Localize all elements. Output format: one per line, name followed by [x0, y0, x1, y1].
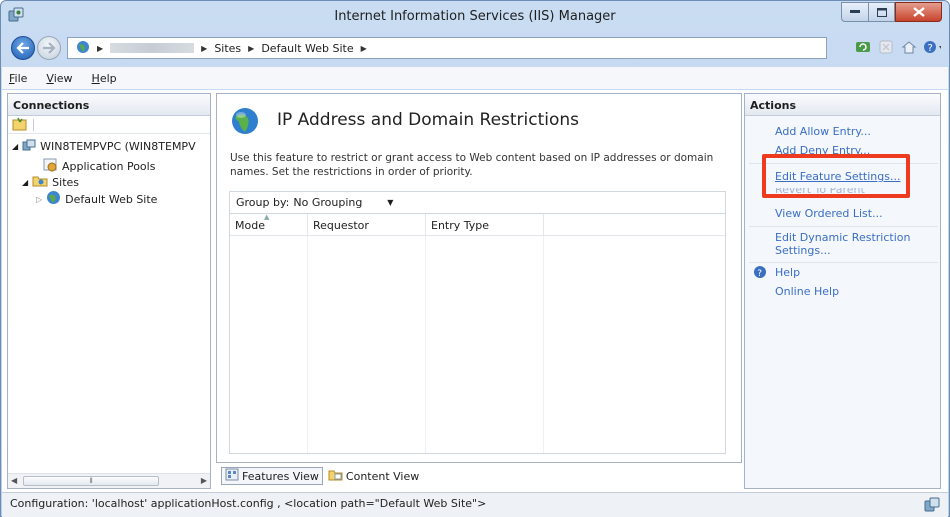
menu-help[interactable]: Help [92, 72, 117, 85]
collapse-arrow-icon[interactable]: ◢ [22, 178, 28, 187]
content-view-icon [328, 468, 343, 484]
connections-pane: Connections ◢ WIN8TEMPVPC (WIN8TEMPV App… [7, 93, 211, 489]
grid-body[interactable] [230, 236, 725, 453]
ip-restrictions-globe-icon [230, 106, 260, 139]
tree-node-server[interactable]: ◢ WIN8TEMPVPC (WIN8TEMPV [12, 139, 196, 154]
chevron-right-icon: ▶ [248, 43, 255, 53]
scrollbar-thumb[interactable]: ⦀ [23, 476, 159, 486]
column-requestor[interactable]: Requestor [308, 214, 426, 235]
online-help-link[interactable]: Online Help [775, 285, 839, 298]
column-divider [543, 236, 544, 453]
minimize-button[interactable] [841, 2, 868, 22]
globe-icon [46, 190, 61, 208]
forward-button[interactable] [37, 36, 61, 60]
actions-divider [749, 226, 938, 227]
globe-icon [76, 40, 90, 57]
tree-node-sites[interactable]: ◢ Sites [22, 174, 79, 190]
actions-pane: Actions Add Allow Entry... Add Deny Entr… [744, 93, 941, 489]
breadcrumb-sites[interactable]: Sites [214, 42, 241, 55]
server-icon [22, 139, 36, 154]
redacted-server-name [110, 43, 195, 53]
address-bar: ▶ ▶ Sites ▶ Default Web Site ▶ ? [7, 34, 945, 64]
actions-divider [749, 262, 938, 263]
refresh-icon[interactable] [854, 38, 872, 56]
view-tabs: Features View Content View [221, 467, 422, 485]
add-allow-entry-link[interactable]: Add Allow Entry... [775, 125, 871, 138]
group-by-label: Group by: [236, 196, 290, 209]
create-connection-icon[interactable] [12, 117, 28, 135]
feature-pane: IP Address and Domain Restrictions Use t… [216, 93, 742, 463]
help-icon: ? [753, 265, 767, 282]
entries-grid[interactable]: ▲ Mode Requestor Entry Type [229, 213, 726, 454]
main-content: Connections ◢ WIN8TEMPVPC (WIN8TEMPV App… [2, 90, 948, 492]
iis-manager-window: Internet Information Services (IIS) Mana… [0, 0, 950, 517]
view-ordered-list-link[interactable]: View Ordered List... [775, 207, 883, 220]
scroll-left-icon[interactable]: ◀ [11, 476, 17, 485]
actions-header: Actions [745, 94, 940, 116]
features-view-icon [225, 468, 239, 484]
expand-arrow-icon[interactable]: ▷ [36, 195, 42, 204]
column-entry-type[interactable]: Entry Type [426, 214, 544, 235]
breadcrumb-default-web-site[interactable]: Default Web Site [261, 42, 353, 55]
app-pools-icon [42, 157, 58, 175]
highlight-annotation-box [762, 154, 910, 198]
help-menu-icon[interactable]: ? [923, 38, 941, 56]
server-status-icon [924, 497, 940, 515]
tab-features-view[interactable]: Features View [221, 467, 323, 485]
column-divider [307, 236, 308, 453]
horizontal-scrollbar[interactable]: ◀ ⦀ ▶ [8, 473, 210, 488]
toolbar-separator [33, 119, 34, 131]
menu-file[interactable]: File [9, 72, 27, 85]
tab-content-view[interactable]: Content View [325, 467, 422, 485]
maximize-button[interactable] [868, 2, 895, 22]
edit-dynamic-restriction-link[interactable]: Edit Dynamic Restriction Settings... [775, 231, 925, 257]
column-mode[interactable]: ▲ Mode [230, 213, 308, 235]
sort-ascending-icon: ▲ [264, 213, 270, 221]
group-by-bar: Group by: No Grouping ▼ [229, 191, 726, 213]
close-button[interactable] [895, 2, 942, 22]
tree-node-app-pools[interactable]: Application Pools [42, 157, 155, 175]
collapse-arrow-icon[interactable]: ◢ [12, 142, 18, 151]
grid-header: ▲ Mode Requestor Entry Type [230, 213, 725, 236]
column-divider [425, 236, 426, 453]
chevron-right-icon: ▶ [97, 43, 104, 53]
back-button[interactable] [11, 36, 35, 60]
home-icon[interactable] [900, 38, 918, 56]
group-by-dropdown[interactable]: No Grouping ▼ [293, 196, 401, 209]
menu-bar: File View Help [2, 67, 948, 89]
stop-icon[interactable] [877, 38, 895, 56]
chevron-right-icon: ▶ [360, 43, 367, 53]
breadcrumb[interactable]: ▶ ▶ Sites ▶ Default Web Site ▶ [67, 37, 827, 59]
dropdown-arrow-icon: ▼ [387, 198, 394, 207]
feature-description: Use this feature to restrict or grant ac… [230, 152, 714, 178]
svg-text:?: ? [757, 269, 762, 279]
menu-view[interactable]: View [46, 72, 72, 85]
scroll-right-icon[interactable]: ▶ [201, 476, 207, 485]
status-text: Configuration: 'localhost' applicationHo… [10, 497, 487, 510]
feature-title: IP Address and Domain Restrictions [277, 110, 580, 130]
title-bar[interactable]: Internet Information Services (IIS) Mana… [1, 1, 949, 33]
help-link[interactable]: Help [775, 266, 800, 279]
status-bar: Configuration: 'localhost' applicationHo… [2, 492, 948, 517]
tree-node-default-web-site[interactable]: ▷ Default Web Site [36, 190, 157, 208]
connections-toolbar [8, 116, 210, 134]
folder-icon [32, 174, 48, 190]
window-title: Internet Information Services (IIS) Mana… [334, 9, 616, 24]
chevron-right-icon: ▶ [201, 43, 208, 53]
connections-header: Connections [8, 94, 210, 116]
svg-text:?: ? [928, 43, 933, 54]
